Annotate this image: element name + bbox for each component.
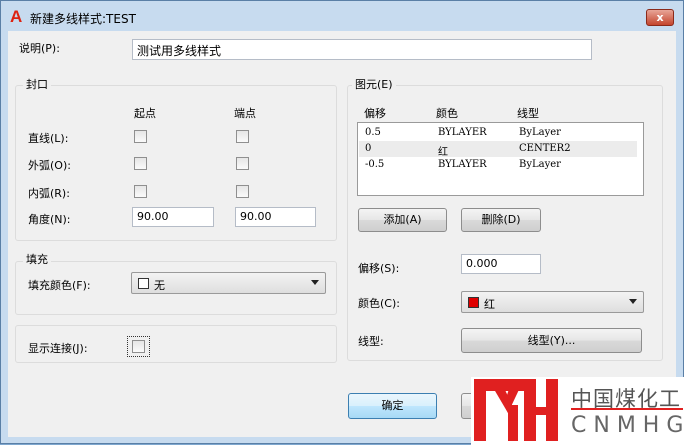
elements-title: 图元(E) xyxy=(352,76,396,92)
no-color-swatch-icon xyxy=(138,278,149,289)
fill-color-label: 填充颜色(F): xyxy=(28,279,91,292)
caps-angle-label: 角度(N): xyxy=(28,213,71,226)
fill-color-dropdown[interactable]: 无 xyxy=(131,272,326,294)
outer-arc-end-checkbox[interactable] xyxy=(236,157,249,170)
list-item[interactable]: 0.5 BYLAYER ByLayer xyxy=(359,125,637,141)
angle-start-input[interactable]: 90.00 xyxy=(132,207,214,227)
linetype-button[interactable]: 线型(Y)... xyxy=(461,328,642,353)
caps-outer-arc-label: 外弧(O): xyxy=(28,159,71,172)
watermark-divider xyxy=(571,408,683,410)
color-cell: 红 xyxy=(438,147,448,158)
chevron-down-icon xyxy=(629,299,637,304)
red-swatch-icon xyxy=(468,297,479,308)
color-value: 红 xyxy=(484,298,495,311)
angle-end-input[interactable]: 90.00 xyxy=(235,207,316,227)
dialog-window: A 新建多线样式:TEST x 说明(P): 测试用多线样式 封口 起点 端点 … xyxy=(0,0,684,445)
caps-inner-arc-label: 内弧(R): xyxy=(28,187,70,200)
header-color: 颜色 xyxy=(436,107,458,120)
joints-label: 显示连接(J): xyxy=(28,342,88,355)
inner-arc-end-checkbox[interactable] xyxy=(236,185,249,198)
header-offset: 偏移 xyxy=(364,107,386,120)
elements-list[interactable]: 0.5 BYLAYER ByLayer 0 红 CENTER2 -0.5 BYLAYER B… xyxy=(357,122,644,196)
line-end-checkbox[interactable] xyxy=(236,130,249,143)
offset-cell: 0.5 xyxy=(365,127,381,138)
delete-button[interactable]: 删除(D) xyxy=(461,208,541,232)
chevron-down-icon xyxy=(311,280,319,285)
caps-end-header: 端点 xyxy=(234,107,256,120)
caps-title: 封口 xyxy=(23,76,51,92)
header-linetype: 线型 xyxy=(517,107,539,120)
cnmhg-logo-icon xyxy=(474,379,558,441)
outer-arc-start-checkbox[interactable] xyxy=(134,157,147,170)
autocad-logo-icon: A xyxy=(10,7,23,26)
color-cell: BYLAYER xyxy=(438,127,487,138)
description-input[interactable]: 测试用多线样式 xyxy=(132,39,592,60)
title-bar[interactable]: A 新建多线样式:TEST x xyxy=(1,1,683,31)
linetype-label: 线型: xyxy=(358,335,384,348)
add-button[interactable]: 添加(A) xyxy=(358,208,447,232)
caps-start-header: 起点 xyxy=(134,107,156,120)
joints-checkbox[interactable] xyxy=(132,340,145,353)
color-cell: BYLAYER xyxy=(438,159,487,170)
fill-color-value: 无 xyxy=(154,279,165,292)
linetype-cell: ByLayer xyxy=(519,159,561,170)
watermark-en: CNMHG xyxy=(571,413,684,438)
inner-arc-start-checkbox[interactable] xyxy=(134,185,147,198)
list-item[interactable]: 0 红 CENTER2 xyxy=(359,141,637,158)
offset-input[interactable]: 0.000 xyxy=(461,254,541,274)
offset-cell: 0 xyxy=(365,143,372,154)
offset-label: 偏移(S): xyxy=(358,262,400,275)
linetype-cell: CENTER2 xyxy=(519,143,571,154)
caps-line-label: 直线(L): xyxy=(28,132,69,145)
linetype-cell: ByLayer xyxy=(519,127,561,138)
watermark: 中国煤化工 CNMHG xyxy=(471,377,684,445)
close-button[interactable]: x xyxy=(646,9,674,26)
line-start-checkbox[interactable] xyxy=(134,130,147,143)
window-title: 新建多线样式:TEST xyxy=(30,12,136,26)
fill-title: 填充 xyxy=(23,251,51,267)
ok-button[interactable]: 确定 xyxy=(348,393,437,419)
offset-cell: -0.5 xyxy=(365,159,385,170)
color-label: 颜色(C): xyxy=(358,297,400,310)
description-label: 说明(P): xyxy=(19,42,60,55)
color-dropdown[interactable]: 红 xyxy=(461,291,644,313)
list-item[interactable]: -0.5 BYLAYER ByLayer xyxy=(359,157,637,173)
